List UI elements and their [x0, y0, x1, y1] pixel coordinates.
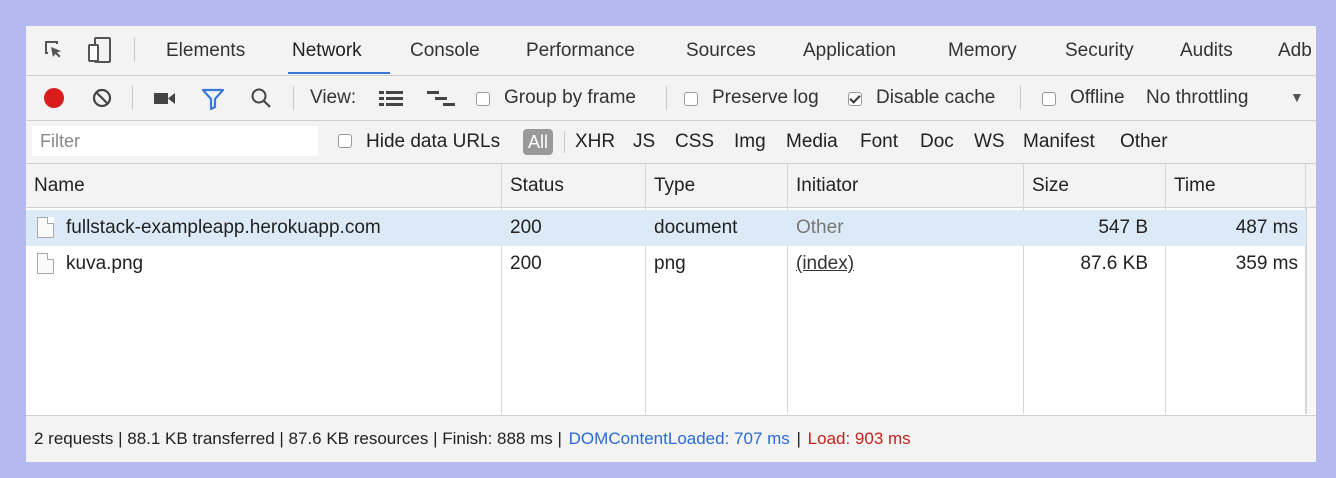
request-status: 200: [510, 253, 542, 274]
column-divider[interactable]: [787, 164, 788, 414]
tab-bar: Elements Network Console Performance Sou…: [26, 26, 1316, 76]
request-type: document: [654, 217, 738, 238]
filter-type-manifest[interactable]: Manifest: [1023, 131, 1095, 153]
requests-table-header: Name Status Type Initiator Size Time: [26, 164, 1316, 208]
image-file-icon: [37, 253, 54, 274]
filter-type-js[interactable]: JS: [633, 131, 655, 153]
group-by-frame-checkbox[interactable]: [476, 92, 490, 106]
group-by-frame-label[interactable]: Group by frame: [504, 87, 636, 109]
request-name[interactable]: kuva.png: [66, 253, 143, 275]
capture-screenshots-icon[interactable]: [154, 92, 176, 110]
throttling-select[interactable]: No throttling: [1146, 87, 1248, 109]
column-header-name[interactable]: Name: [34, 175, 85, 197]
column-divider[interactable]: [501, 164, 502, 414]
tab-sources[interactable]: Sources: [686, 40, 756, 62]
disable-cache-checkbox[interactable]: [848, 92, 862, 106]
column-header-type[interactable]: Type: [654, 175, 695, 197]
waterfall-icon[interactable]: [427, 91, 457, 111]
filter-type-font[interactable]: Font: [860, 131, 898, 153]
toolbar-separator: [132, 86, 133, 110]
chevron-down-icon[interactable]: ▼: [1290, 89, 1304, 105]
network-toolbar: View: Group by frame Preserve log Disabl…: [26, 76, 1316, 121]
request-size: 87.6 KB: [1080, 253, 1148, 274]
request-time: 359 ms: [1235, 253, 1298, 274]
filter-type-ws[interactable]: WS: [974, 131, 1005, 153]
filter-input[interactable]: [32, 126, 318, 156]
preserve-log-checkbox[interactable]: [684, 92, 698, 106]
table-row[interactable]: fullstack-exampleapp.herokuapp.com 200 d…: [26, 210, 1306, 246]
disable-cache-label[interactable]: Disable cache: [876, 87, 995, 109]
tab-elements[interactable]: Elements: [166, 40, 245, 62]
device-toolbar-icon[interactable]: [88, 36, 114, 69]
preserve-log-label[interactable]: Preserve log: [712, 87, 819, 109]
column-header-status[interactable]: Status: [510, 175, 564, 197]
request-size: 547 B: [1098, 217, 1148, 238]
column-header-time[interactable]: Time: [1174, 175, 1216, 197]
tab-separator: [134, 38, 135, 62]
status-bar: 2 requests | 88.1 KB transferred | 87.6 …: [26, 415, 1316, 462]
tab-performance[interactable]: Performance: [526, 40, 635, 62]
column-header-size[interactable]: Size: [1032, 175, 1069, 197]
filter-type-img[interactable]: Img: [734, 131, 766, 153]
request-initiator: Other: [796, 217, 844, 238]
table-row[interactable]: kuva.png 200 png (index) 87.6 KB 359 ms: [26, 246, 1306, 282]
filter-bar: Hide data URLs All XHR JS CSS Img Media …: [26, 121, 1316, 164]
tab-adblock[interactable]: Adb: [1278, 40, 1312, 62]
toolbar-separator: [1020, 86, 1021, 110]
request-type: png: [654, 253, 686, 274]
request-name[interactable]: fullstack-exampleapp.herokuapp.com: [66, 217, 381, 239]
filter-type-xhr[interactable]: XHR: [575, 131, 615, 153]
tab-network[interactable]: Network: [292, 40, 362, 62]
offline-checkbox[interactable]: [1042, 92, 1056, 106]
request-initiator-link[interactable]: (index): [796, 253, 854, 275]
hide-data-urls-checkbox[interactable]: [338, 134, 352, 148]
waterfall-column-edge: [1306, 208, 1316, 414]
view-label: View:: [310, 87, 357, 108]
search-icon[interactable]: [250, 87, 272, 114]
filter-type-css[interactable]: CSS: [675, 131, 714, 153]
hide-data-urls-label[interactable]: Hide data URLs: [366, 131, 500, 153]
document-file-icon: [37, 217, 54, 238]
tab-console[interactable]: Console: [410, 40, 480, 62]
offline-label[interactable]: Offline: [1070, 87, 1125, 109]
tab-application[interactable]: Application: [803, 40, 896, 62]
tab-security[interactable]: Security: [1065, 40, 1134, 62]
active-tab-indicator: [288, 72, 390, 74]
status-separator: |: [796, 429, 801, 448]
record-icon[interactable]: [43, 87, 65, 114]
filter-type-other[interactable]: Other: [1120, 131, 1168, 153]
toolbar-separator: [666, 86, 667, 110]
large-rows-icon[interactable]: [379, 91, 403, 111]
tab-memory[interactable]: Memory: [948, 40, 1017, 62]
toolbar-separator: [293, 86, 294, 110]
status-dom-content-loaded: DOMContentLoaded: 707 ms: [568, 429, 790, 448]
filter-type-all[interactable]: All: [523, 129, 554, 155]
column-divider[interactable]: [1165, 164, 1166, 414]
request-status: 200: [510, 217, 542, 238]
column-header-initiator[interactable]: Initiator: [796, 175, 858, 197]
column-divider[interactable]: [645, 164, 646, 414]
status-load: Load: 903 ms: [807, 429, 911, 448]
column-divider[interactable]: [1023, 164, 1024, 414]
filter-icon[interactable]: [201, 88, 225, 115]
status-summary: 2 requests | 88.1 KB transferred | 87.6 …: [34, 429, 562, 448]
filter-type-doc[interactable]: Doc: [920, 131, 954, 153]
clear-icon[interactable]: [92, 88, 112, 113]
request-time: 487 ms: [1235, 217, 1298, 238]
tab-audits[interactable]: Audits: [1180, 40, 1233, 62]
inspect-icon[interactable]: [42, 38, 66, 67]
filter-separator: [564, 131, 565, 153]
devtools-panel: Elements Network Console Performance Sou…: [26, 26, 1316, 462]
filter-type-media[interactable]: Media: [786, 131, 838, 153]
